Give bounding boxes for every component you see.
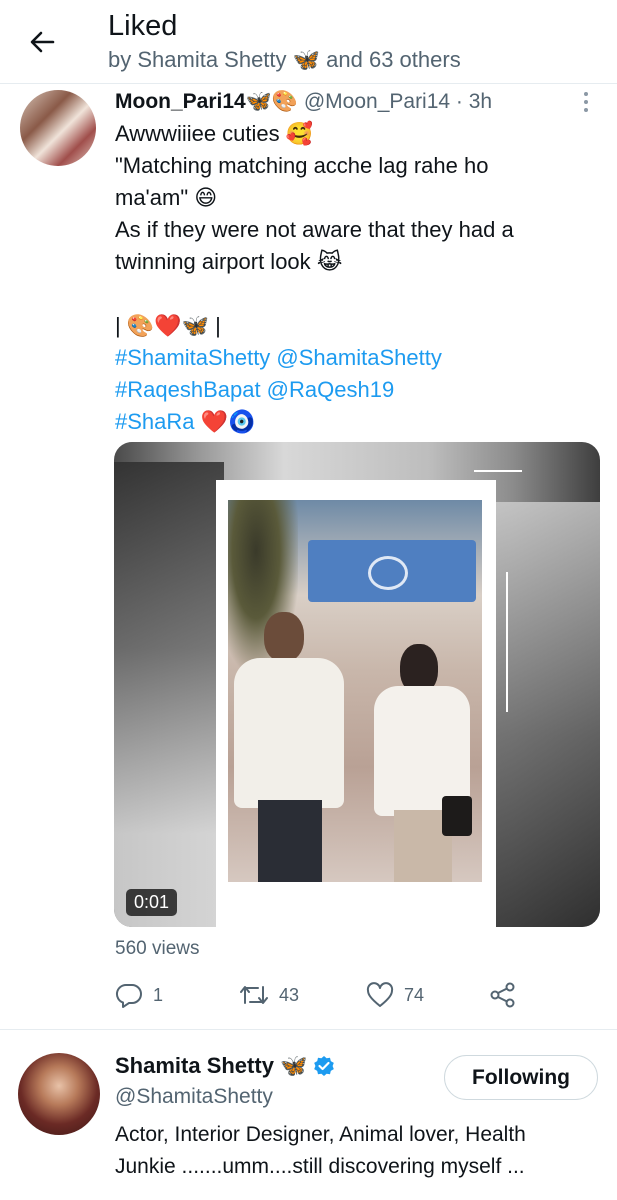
- reply-button[interactable]: 1: [115, 980, 163, 1010]
- decor-line: [506, 572, 508, 712]
- bio-line: Actor, Interior Designer, Animal lover, …: [115, 1123, 526, 1146]
- man-figure: [234, 658, 344, 808]
- top-bar: Liked by Shamita Shetty 🦋 and 63 others: [0, 0, 617, 84]
- verified-badge-icon: [314, 1056, 335, 1076]
- view-count: 560 views: [115, 938, 200, 959]
- sign-logo: [368, 556, 408, 590]
- liker-name[interactable]: Shamita Shetty 🦋: [115, 1053, 307, 1079]
- bio-line: Junkie .......umm....still discovering m…: [115, 1155, 525, 1178]
- more-vertical-icon[interactable]: [580, 90, 592, 114]
- liked-by-summary[interactable]: by Shamita Shetty 🦋 and 63 others: [108, 47, 461, 73]
- like-count: 74: [404, 984, 425, 1005]
- reply-count: 1: [153, 984, 164, 1005]
- tweet-line: "Matching matching acche lag rahe ho: [115, 153, 489, 178]
- tweet-actions: 1 43 74: [115, 980, 535, 1010]
- liker-name-row: Shamita Shetty 🦋: [115, 1053, 335, 1079]
- share-icon: [490, 982, 515, 1008]
- back-button[interactable]: [22, 22, 62, 62]
- reply-icon: [115, 983, 142, 1008]
- liker-bio: Actor, Interior Designer, Animal lover, …: [115, 1119, 605, 1183]
- like-button[interactable]: 74: [366, 980, 424, 1010]
- liker-handle: @ShamitaShetty: [115, 1085, 273, 1108]
- arrow-left-icon: [30, 31, 55, 53]
- tweet-line: | 🎨❤️🦋 |: [115, 313, 221, 338]
- airport-photo: [228, 500, 482, 882]
- author-handle-time: @Moon_Pari14 · 3h: [298, 90, 493, 113]
- share-button[interactable]: [489, 980, 517, 1010]
- author-avatar[interactable]: [20, 90, 96, 166]
- tweet-text: Awwwiiiee cuties 🥰 "Matching matching ac…: [115, 118, 595, 438]
- man-figure: [264, 612, 304, 662]
- handbag: [442, 796, 472, 836]
- video-bg-figure: [114, 462, 224, 927]
- decor-line: [474, 470, 522, 472]
- retweet-icon: [240, 986, 268, 1004]
- tweet-line: twinning airport look 😹: [115, 249, 343, 274]
- liker-avatar[interactable]: [18, 1053, 100, 1135]
- video-bg-figure: [495, 502, 600, 927]
- heart-icon: [366, 982, 394, 1007]
- video-player[interactable]: 0:01: [114, 442, 600, 927]
- page-title: Liked: [108, 10, 178, 42]
- following-button[interactable]: Following: [444, 1055, 598, 1100]
- retweet-count: 43: [279, 984, 300, 1005]
- tweet-header: Moon_Pari14🦋🎨 @Moon_Pari14 · 3h: [115, 90, 492, 114]
- tweet-line: Awwwiiiee cuties 🥰: [115, 121, 314, 146]
- tweet[interactable]: Moon_Pari14🦋🎨 @Moon_Pari14 · 3h Awwwiiie…: [0, 84, 617, 1030]
- man-figure: [258, 800, 322, 882]
- liker-profile-card[interactable]: Shamita Shetty 🦋 @ShamitaShetty Followin…: [0, 1031, 617, 1200]
- retweet-button[interactable]: 43: [239, 980, 299, 1010]
- hashtag-mention-line[interactable]: #ShamitaShetty @ShamitaShetty: [115, 342, 595, 374]
- tweet-line: As if they were not aware that they had …: [115, 217, 514, 242]
- author-name[interactable]: Moon_Pari14🦋🎨: [115, 90, 298, 113]
- hashtag-mention-line[interactable]: #RaqeshBapat @RaQesh19: [115, 374, 595, 406]
- video-duration-badge: 0:01: [126, 889, 178, 916]
- hashtag-line[interactable]: #ShaRa ❤️🧿: [115, 406, 595, 438]
- tweet-line: ma'am" 😄: [115, 185, 218, 210]
